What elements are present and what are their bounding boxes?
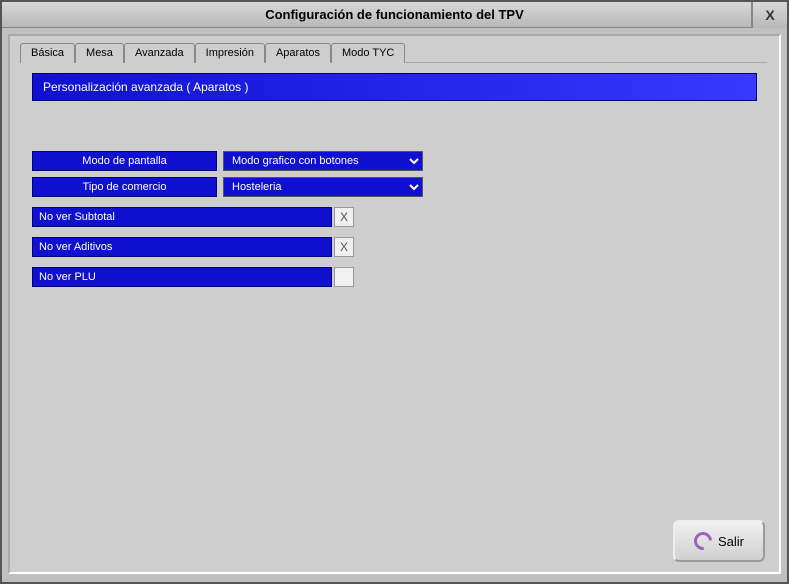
window-title: Configuración de funcionamiento del TPV (265, 7, 524, 22)
tab-panel-aparatos: Personalización avanzada ( Aparatos ) Mo… (22, 62, 767, 503)
config-window: Configuración de funcionamiento del TPV … (0, 0, 789, 584)
salir-button[interactable]: Salir (673, 520, 765, 562)
label-tipo-comercio: Tipo de comercio (32, 177, 217, 197)
close-button[interactable]: X (751, 2, 787, 28)
checkbox-no-ver-aditivos[interactable]: X (334, 237, 354, 257)
checkbox-no-ver-subtotal[interactable]: X (334, 207, 354, 227)
section-header: Personalización avanzada ( Aparatos ) (32, 73, 757, 101)
close-icon: X (765, 7, 774, 23)
titlebar: Configuración de funcionamiento del TPV … (2, 2, 787, 28)
tab-avanzada[interactable]: Avanzada (124, 43, 195, 63)
footer: Salir (673, 520, 765, 562)
checkbox-no-ver-plu[interactable] (334, 267, 354, 287)
check-mark-icon: X (340, 240, 348, 254)
tabs-row: Básica Mesa Avanzada Impresión Aparatos … (10, 36, 779, 62)
tab-modo-tyc[interactable]: Modo TYC (331, 43, 405, 63)
row-no-ver-subtotal: No ver Subtotal X (32, 207, 757, 227)
label-modo-pantalla: Modo de pantalla (32, 151, 217, 171)
row-modo-pantalla: Modo de pantalla Modo grafico con botone… (32, 151, 757, 171)
label-no-ver-plu: No ver PLU (32, 267, 332, 287)
tab-basica[interactable]: Básica (20, 43, 75, 63)
select-tipo-comercio[interactable]: Hosteleria (223, 177, 423, 197)
tab-mesa[interactable]: Mesa (75, 43, 124, 63)
check-mark-icon: X (340, 210, 348, 224)
row-no-ver-plu: No ver PLU (32, 267, 757, 287)
row-no-ver-aditivos: No ver Aditivos X (32, 237, 757, 257)
row-tipo-comercio: Tipo de comercio Hosteleria (32, 177, 757, 197)
label-no-ver-aditivos: No ver Aditivos (32, 237, 332, 257)
content-frame: Básica Mesa Avanzada Impresión Aparatos … (8, 34, 781, 574)
salir-label: Salir (718, 534, 744, 549)
tab-impresion[interactable]: Impresión (195, 43, 265, 63)
tab-aparatos[interactable]: Aparatos (265, 43, 331, 63)
select-modo-pantalla[interactable]: Modo grafico con botones (223, 151, 423, 171)
exit-icon (690, 528, 715, 553)
label-no-ver-subtotal: No ver Subtotal (32, 207, 332, 227)
